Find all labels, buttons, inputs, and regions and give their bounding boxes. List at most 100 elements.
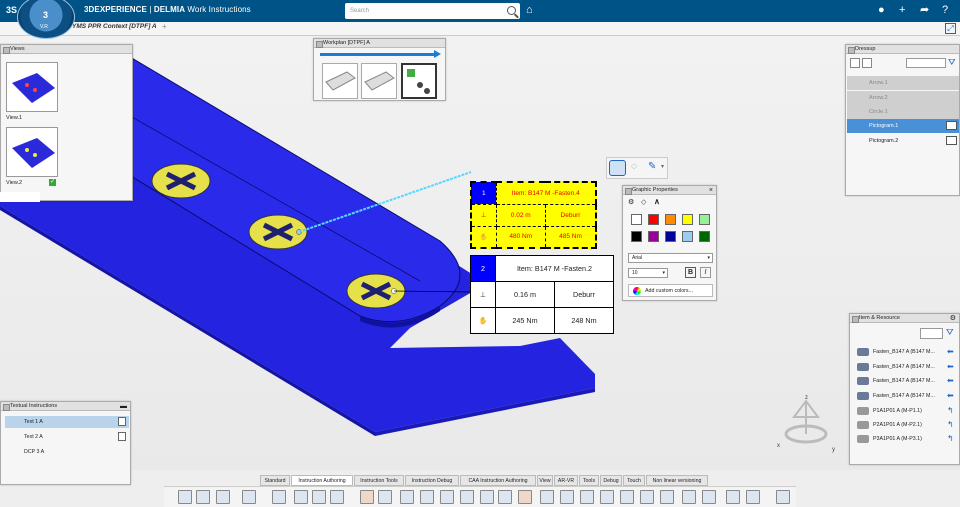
cut-icon[interactable] xyxy=(178,490,192,504)
tab-caa-instruction-authoring[interactable]: CAA Instruction Authoring xyxy=(460,475,536,486)
table-icon[interactable] xyxy=(480,490,494,504)
graphic-properties-header[interactable]: Graphic Properties × xyxy=(623,186,716,195)
return-arrow-icon[interactable]: ↰ xyxy=(947,434,957,444)
color-swatch[interactable] xyxy=(665,231,676,242)
color-swatch[interactable] xyxy=(631,214,642,225)
add-tab-button[interactable]: + xyxy=(162,22,167,31)
resource-row[interactable]: P3A1P01 A (M-P3.1) ↰ xyxy=(852,432,959,446)
text-tab-icon[interactable]: ∧ xyxy=(654,197,660,206)
hierarchy-icon[interactable] xyxy=(682,490,696,504)
undo-icon[interactable] xyxy=(242,490,256,504)
search-icon[interactable] xyxy=(507,6,516,15)
dressup-select-icon[interactable] xyxy=(862,58,872,68)
pictogram-icon[interactable] xyxy=(946,136,957,145)
return-arrow-icon[interactable]: ↰ xyxy=(947,406,957,416)
filter-icon[interactable]: ⛛ xyxy=(948,57,956,68)
dressup-item-pictogram-2[interactable]: Pictogram.2 xyxy=(847,134,959,148)
tab-tools[interactable]: Tools xyxy=(579,475,599,486)
close-icon[interactable]: × xyxy=(709,186,713,195)
resource-row[interactable]: P1A1P01 A (M-P1.1) ↰ xyxy=(852,404,959,418)
workplan-step-1[interactable] xyxy=(322,63,358,99)
workplan-step-2[interactable] xyxy=(361,63,397,99)
chevron-down-icon[interactable]: ▾ xyxy=(661,163,664,170)
assign-arrow-icon[interactable]: ⬅ xyxy=(947,391,957,401)
tab-ppr-context[interactable]: YMS PPR Context [DTPF] A xyxy=(72,23,157,30)
robot-compass[interactable]: z x y xyxy=(777,395,835,453)
workplan-step-3[interactable] xyxy=(401,63,437,99)
add-icon[interactable]: + xyxy=(899,3,905,17)
search-input[interactable]: Search xyxy=(345,3,520,19)
instruction-icon[interactable] xyxy=(294,490,308,504)
user-icon[interactable]: ● xyxy=(878,3,885,17)
italic-button[interactable]: I xyxy=(700,267,711,278)
tab-standard[interactable]: Standard xyxy=(260,475,290,486)
dressup-item-arrow-1[interactable]: Arrow.1 xyxy=(847,76,959,90)
camera-icon[interactable] xyxy=(400,490,414,504)
annotation-table-1[interactable]: 1 Item: B147 M -Fasten.4 ⊥ 0.02 m Deburr ✋ 4… xyxy=(470,181,597,249)
instruction-list-icon[interactable] xyxy=(330,490,344,504)
view-1-thumbnail[interactable] xyxy=(6,62,58,112)
help-icon[interactable]: ? xyxy=(942,3,948,17)
color-swatch[interactable] xyxy=(665,214,676,225)
paste-icon[interactable] xyxy=(216,490,230,504)
image-icon[interactable] xyxy=(420,490,434,504)
zoom-icon[interactable] xyxy=(272,490,286,504)
record-icon[interactable] xyxy=(620,490,634,504)
fill-tab-icon[interactable]: ⚙ xyxy=(628,198,634,206)
minimize-icon[interactable]: ▬ xyxy=(120,402,127,411)
snapshot-icon[interactable] xyxy=(460,490,474,504)
color-swatch[interactable] xyxy=(699,214,710,225)
hide-show-icon[interactable]: ◌ xyxy=(631,161,637,172)
text-instruction-row[interactable]: Text 2 A xyxy=(5,431,129,443)
bold-button[interactable]: B xyxy=(685,267,696,278)
ruler-icon[interactable] xyxy=(580,490,594,504)
capture-icon[interactable] xyxy=(498,490,512,504)
tab-ar-vr[interactable]: AR-VR xyxy=(554,475,578,486)
tab-touch[interactable]: Touch xyxy=(623,475,645,486)
item-resource-header[interactable]: Item & Resource ⚙ xyxy=(850,314,959,323)
warning-icon[interactable] xyxy=(360,490,374,504)
dressup-item-pictogram-1[interactable]: Pictogram.1 xyxy=(847,119,959,133)
settings-icon[interactable]: ⚙ xyxy=(950,314,956,323)
instruction-edit-icon[interactable] xyxy=(312,490,326,504)
assign-arrow-icon[interactable]: ⬅ xyxy=(947,376,957,386)
color-swatch[interactable] xyxy=(682,231,693,242)
color-swatch[interactable] xyxy=(648,231,659,242)
tab-view[interactable]: View xyxy=(537,475,553,486)
arrow-icon[interactable] xyxy=(540,490,554,504)
document-icon[interactable] xyxy=(118,432,126,441)
tab-debug[interactable]: Debug xyxy=(600,475,622,486)
dressup-tool-icon[interactable] xyxy=(850,58,860,68)
font-size-select[interactable]: 10 ▾ xyxy=(628,268,668,278)
color-swatch[interactable] xyxy=(682,214,693,225)
tab-instruction-tools[interactable]: Instruction Tools xyxy=(354,475,404,486)
views-panel-header[interactable]: Views xyxy=(1,45,132,54)
item-row[interactable]: Fasten_B147 A (B147 M... ⬅ xyxy=(852,360,959,374)
share-icon[interactable]: ➦ xyxy=(920,3,929,17)
publish-icon[interactable] xyxy=(702,490,716,504)
dressup-filter-input[interactable] xyxy=(906,58,946,68)
text-instruction-row[interactable]: DCP 3 A xyxy=(5,446,129,458)
tab-instruction-debug[interactable]: Instruction Debug xyxy=(405,475,459,486)
pen-icon[interactable] xyxy=(560,490,574,504)
video-icon[interactable] xyxy=(640,490,654,504)
view-2-thumbnail[interactable] xyxy=(6,127,58,177)
delete-capture-icon[interactable] xyxy=(518,490,532,504)
3d-viewport[interactable]: z x y 1 Item: B147 M -Fasten.4 ⊥ 0.02 m Deb… xyxy=(0,36,960,470)
export-icon[interactable] xyxy=(746,490,760,504)
font-name-select[interactable]: Arial ▾ xyxy=(628,253,713,263)
pictogram-icon[interactable] xyxy=(946,121,957,130)
maximize-icon[interactable]: ⤢ xyxy=(945,23,956,34)
item-row[interactable]: Fasten_B147 A (B147 M... ⬅ xyxy=(852,345,959,359)
marker-icon[interactable] xyxy=(660,490,674,504)
annotation-table-2[interactable]: 2 Item: B147 M -Fasten.2 ⊥ 0.16 m Deburr ✋ 2… xyxy=(470,255,615,334)
brush-icon[interactable]: ✎ xyxy=(648,161,656,172)
assign-arrow-icon[interactable]: ⬅ xyxy=(947,362,957,372)
document-capture-icon[interactable] xyxy=(600,490,614,504)
text-instruction-row[interactable]: Text 1 A xyxy=(5,416,129,428)
dressup-panel-header[interactable]: Dressup xyxy=(846,45,959,54)
workplan-panel-header[interactable]: Workplan [DTPF] A xyxy=(314,39,445,48)
filter-icon[interactable]: ⛛ xyxy=(946,327,954,338)
copy-icon[interactable] xyxy=(196,490,210,504)
resource-row[interactable]: P2A1P01 A (M-P2.1) ↰ xyxy=(852,418,959,432)
